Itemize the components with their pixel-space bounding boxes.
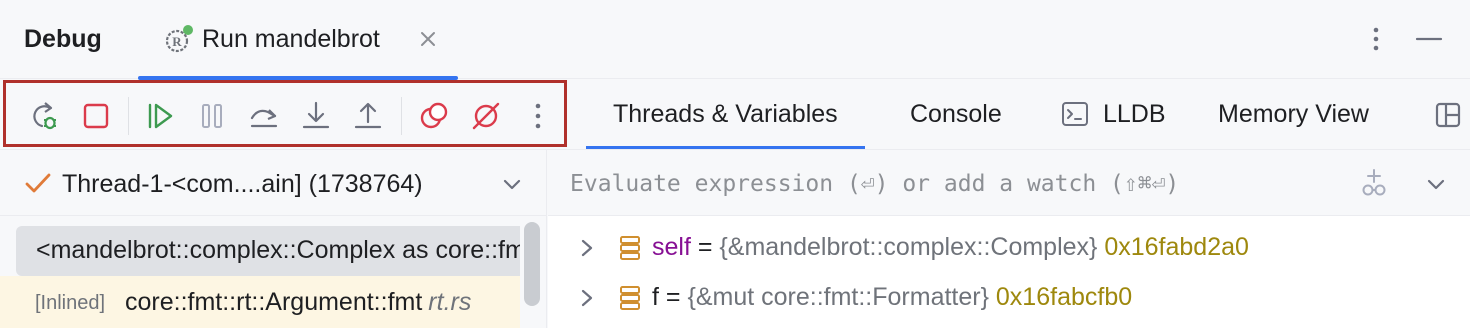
step-over-icon[interactable] bbox=[248, 100, 280, 132]
debug-view-tabs: Threads & Variables Console LLDB Memory … bbox=[568, 80, 1470, 150]
step-into-icon[interactable] bbox=[300, 100, 332, 132]
variable-value: 0x16fabcfb0 bbox=[995, 283, 1133, 311]
variable-text: f = {&mut core::fmt::Formatter} 0x16fabc… bbox=[652, 283, 1132, 312]
variables-pane: self = {&mandelbrot::complex::Complex} 0… bbox=[548, 150, 1470, 328]
chevron-right-icon[interactable] bbox=[578, 237, 596, 259]
add-watch-icon[interactable] bbox=[1358, 167, 1390, 199]
struct-variable-icon bbox=[620, 286, 640, 310]
frame-item-inlined[interactable]: [Inlined] core::fmt::rt::Argument::fmt rt… bbox=[0, 276, 520, 328]
frame-item-selected[interactable]: <mandelbrot::complex::Complex as core::f… bbox=[16, 226, 520, 276]
frame-function-name: core::fmt::rt::Argument::fmt bbox=[125, 288, 423, 316]
tab-lldb[interactable]: LLDB bbox=[1103, 80, 1166, 149]
variable-value: 0x16fabd2a0 bbox=[1104, 233, 1249, 261]
layout-settings-icon[interactable] bbox=[1434, 101, 1462, 129]
evaluate-bar bbox=[548, 150, 1470, 216]
toolbar-separator bbox=[401, 97, 402, 135]
view-breakpoints-icon[interactable] bbox=[418, 100, 450, 132]
more-vertical-icon[interactable] bbox=[1364, 24, 1388, 54]
debug-titlebar: Debug R Run mandelbrot bbox=[0, 0, 1470, 80]
resume-icon[interactable] bbox=[144, 100, 176, 132]
evaluate-expression-input[interactable] bbox=[570, 168, 1330, 200]
debug-title: Debug bbox=[24, 25, 102, 53]
chevron-down-icon[interactable] bbox=[1424, 172, 1448, 196]
frame-function: core::fmt::rt::Argument::fmt rt.rs bbox=[125, 288, 471, 317]
step-out-icon[interactable] bbox=[352, 100, 384, 132]
variable-type: {&mut core::fmt::Formatter} bbox=[687, 283, 989, 311]
run-tab-label: Run mandelbrot bbox=[202, 25, 380, 53]
struct-variable-icon bbox=[620, 236, 640, 260]
frames-scrollbar[interactable] bbox=[524, 222, 540, 306]
frame-file: rt.rs bbox=[428, 288, 472, 316]
variable-eq: = bbox=[665, 283, 681, 311]
rerun-debug-icon[interactable] bbox=[28, 100, 60, 132]
variable-eq: = bbox=[697, 233, 713, 261]
variable-name: f bbox=[652, 283, 659, 311]
tab-console[interactable]: Console bbox=[910, 80, 1002, 149]
mute-breakpoints-icon[interactable] bbox=[470, 100, 502, 132]
variable-text: self = {&mandelbrot::complex::Complex} 0… bbox=[652, 233, 1249, 262]
toolbar-separator bbox=[128, 97, 129, 135]
minimize-icon[interactable] bbox=[1414, 24, 1444, 54]
rust-icon: R bbox=[165, 25, 193, 53]
pause-icon[interactable] bbox=[196, 100, 228, 132]
run-mandelbrot-tab[interactable]: R Run mandelbrot bbox=[138, 0, 458, 80]
terminal-icon bbox=[1062, 102, 1088, 126]
frames-list: <mandelbrot::complex::Complex as core::f… bbox=[0, 216, 520, 328]
debug-toolbar bbox=[3, 80, 567, 147]
frame-label: <mandelbrot::complex::Complex as core::f… bbox=[36, 236, 520, 264]
thread-selector-label: Thread-1-<com....ain] (1738764) bbox=[62, 170, 423, 198]
variable-row-f[interactable]: f = {&mut core::fmt::Formatter} 0x16fabc… bbox=[548, 274, 1470, 324]
variable-name: self bbox=[652, 233, 691, 261]
close-icon[interactable] bbox=[416, 27, 440, 51]
more-vertical-icon[interactable] bbox=[522, 100, 554, 132]
tab-threads-variables[interactable]: Threads & Variables bbox=[586, 80, 865, 150]
chevron-down-icon[interactable] bbox=[500, 172, 524, 196]
inlined-tag: [Inlined] bbox=[35, 292, 106, 314]
svg-text:R: R bbox=[172, 34, 182, 49]
variable-type: {&mandelbrot::complex::Complex} bbox=[719, 233, 1098, 261]
check-icon bbox=[25, 173, 51, 193]
chevron-right-icon[interactable] bbox=[578, 287, 596, 309]
tab-memory-view[interactable]: Memory View bbox=[1218, 80, 1369, 149]
thread-selector[interactable]: Thread-1-<com....ain] (1738764) bbox=[0, 150, 546, 216]
frames-pane: Thread-1-<com....ain] (1738764) <mandelb… bbox=[0, 150, 547, 328]
stop-icon[interactable] bbox=[80, 100, 112, 132]
variable-row-self[interactable]: self = {&mandelbrot::complex::Complex} 0… bbox=[548, 224, 1470, 274]
